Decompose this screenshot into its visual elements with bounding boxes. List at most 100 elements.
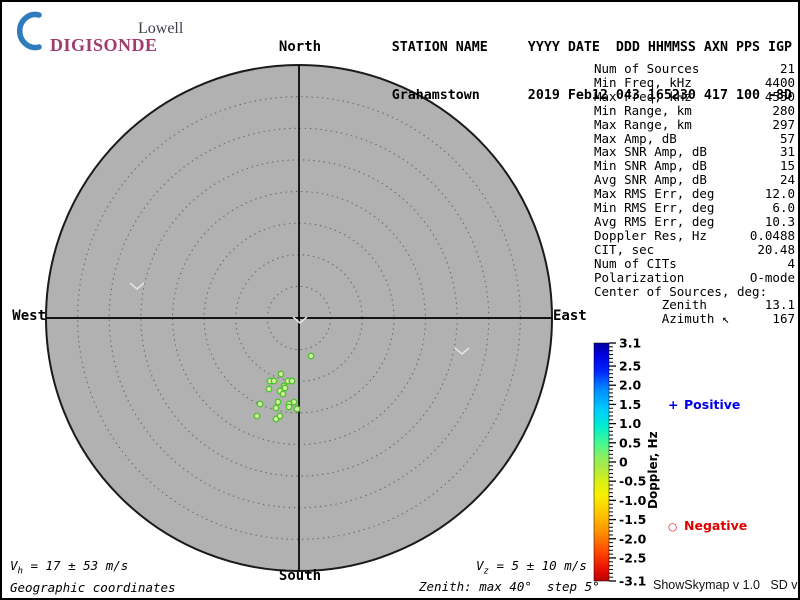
stat-label: Min Freq, kHz	[594, 76, 692, 90]
stat-label: Center of Sources, deg:	[594, 285, 767, 299]
colorbar-tick-label: 2.0	[619, 378, 641, 393]
circle-marker-icon: ○	[668, 521, 684, 533]
stat-row: Min SNR Amp, dB15	[594, 159, 795, 173]
stat-value: 0.0488	[750, 229, 795, 243]
source-dot	[273, 405, 278, 410]
version-label: ShowSkymap v 1.0 SD v 5.1	[653, 578, 800, 592]
colorbar-tick-label: -2.0	[619, 531, 647, 546]
vz-symbol: V	[476, 558, 484, 573]
colorbar-tick-label: 2.5	[619, 359, 641, 374]
source-dot	[277, 413, 282, 418]
stat-row: Max Freq, kHz4550	[594, 90, 795, 104]
stat-label: Num of CITs	[594, 257, 677, 271]
stat-label: Doppler Res, Hz	[594, 229, 707, 243]
compass-label-west: West	[8, 308, 46, 324]
zenith-scale-label: Zenith: max 40° step 5°	[419, 579, 600, 594]
colorbar-tick-label: 3.1	[619, 336, 641, 351]
source-dot	[289, 378, 294, 383]
stat-label: Max Amp, dB	[594, 132, 677, 146]
stat-row: Doppler Res, Hz 0.0488	[594, 229, 795, 243]
stat-row: Max RMS Err, deg 12.0	[594, 187, 795, 201]
stat-row: Num of CITs 4	[594, 257, 795, 271]
legend-negative: ○Negative	[668, 518, 747, 533]
stat-row: Max Amp, dB 57	[594, 132, 795, 146]
source-dot	[254, 413, 259, 418]
colorbar-tick-label: 1.5	[619, 397, 641, 412]
stat-value: 12.0	[765, 187, 795, 201]
source-dot	[282, 385, 287, 390]
stat-row: Num of Sources 21	[594, 62, 795, 76]
stats-rows: Num of Sources 21Min Freq, kHz4400Max Fre…	[594, 62, 795, 326]
stat-label: Polarization	[594, 271, 684, 285]
showskymap-window: Lowell DIGISONDE STATION NAME YYYY DATE …	[0, 0, 800, 600]
stat-label: Max SNR Amp, dB	[594, 145, 707, 159]
stat-value: 31	[780, 145, 795, 159]
colorbar-tick-label: -1.0	[619, 493, 647, 508]
stat-row: Max SNR Amp, dB 31	[594, 145, 795, 159]
stat-value: 280	[772, 104, 795, 118]
stat-row: Center of Sources, deg:	[594, 285, 795, 299]
legend-positive-label: Positive	[684, 397, 740, 412]
colorbar-tick-label: 1.0	[619, 416, 641, 431]
compass-label-north: North	[200, 39, 400, 55]
colorbar-gradient	[594, 343, 609, 581]
source-dot	[275, 399, 280, 404]
colorbar-tick-label: 0	[619, 455, 628, 470]
source-dot	[278, 371, 283, 376]
digisonde-crescent-icon	[15, 11, 45, 51]
stat-label: Max Range, km	[594, 118, 692, 132]
source-dot	[294, 406, 299, 411]
legend-positive: +Positive	[668, 397, 740, 412]
stat-value: 297	[772, 118, 795, 132]
logo-digisonde-text: DIGISONDE	[50, 35, 158, 56]
vertical-velocity-readout: Vz = 5 ± 10 m/s	[476, 558, 587, 577]
compass-label-south: South	[200, 568, 400, 584]
stat-value: 13.1	[765, 298, 795, 312]
stat-row: Min Range, km 280	[594, 104, 795, 118]
stat-value: 6.0	[772, 201, 795, 215]
stat-value: 24	[780, 173, 795, 187]
horizontal-velocity-readout: Vh = 17 ± 53 m/s	[10, 558, 128, 577]
stat-label: Min RMS Err, deg	[594, 201, 714, 215]
stat-label: Zenith	[594, 298, 707, 312]
stat-value: 21	[780, 62, 795, 76]
colorbar-tick-label: -1.5	[619, 512, 646, 527]
legend-negative-label: Negative	[684, 518, 747, 533]
stats-panel: Num of Sources 21Min Freq, kHz4400Max Fre…	[594, 62, 795, 326]
stat-label: Max RMS Err, deg	[594, 187, 714, 201]
compass-label-east: East	[553, 308, 597, 324]
coordinates-label: Geographic coordinates	[10, 580, 176, 595]
source-dot	[257, 401, 262, 406]
stat-label: Avg RMS Err, deg	[594, 215, 714, 229]
colorbar-tick-label: -0.5	[619, 474, 646, 489]
stat-row: Avg SNR Amp, dB 24	[594, 173, 795, 187]
vh-value: = 17 ± 53 m/s	[23, 558, 128, 573]
stat-row: Min Freq, kHz4400	[594, 76, 795, 90]
colorbar-title: Doppler, Hz	[646, 431, 660, 509]
stat-value: 10.3	[765, 215, 795, 229]
stat-row: Zenith 13.1	[594, 298, 795, 312]
stat-value: 15	[780, 159, 795, 173]
stat-row: Azimuth ↖167	[594, 312, 795, 326]
stat-row: Min RMS Err, deg 6.0	[594, 201, 795, 215]
colorbar-tick-label: -2.5	[619, 550, 646, 565]
plus-marker-icon: +	[668, 397, 684, 412]
source-dot	[266, 386, 271, 391]
stat-label: Num of Sources	[594, 62, 699, 76]
stat-value: 57	[780, 132, 795, 146]
station-header-columns: STATION NAME YYYY DATE DDD HHMMSS AXN PP…	[392, 40, 792, 56]
stat-row: Polarization O-mode	[594, 271, 795, 285]
stat-label: CIT, sec	[594, 243, 654, 257]
stat-value: O-mode	[750, 271, 795, 285]
colorbar-tick-label: -3.1	[619, 574, 646, 589]
stat-label: Max Freq, kHz	[594, 90, 692, 104]
stat-value: 20.48	[757, 243, 795, 257]
stat-label: Avg SNR Amp, dB	[594, 173, 707, 187]
stat-value: 4	[787, 257, 795, 271]
vh-symbol: V	[10, 558, 18, 573]
source-dot	[271, 378, 276, 383]
colorbar-tick-label: 0.5	[619, 435, 641, 450]
stat-row: CIT, sec 20.48	[594, 243, 795, 257]
stat-label: Azimuth ↖	[594, 312, 729, 326]
stat-label: Min Range, km	[594, 104, 692, 118]
